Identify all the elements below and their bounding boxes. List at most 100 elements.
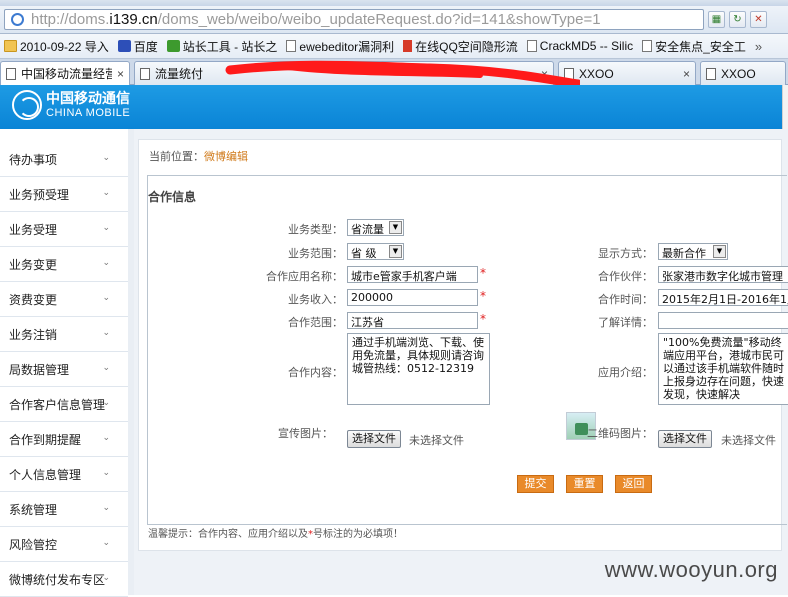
tab-strip: 中国移动流量经营 × 流量统付 × XXOO × XXOO: [0, 59, 788, 85]
business-type-select[interactable]: 省流量 ▼: [347, 219, 404, 236]
sidebar-item[interactable]: 合作到期提醒 ⌄: [0, 422, 128, 457]
tab-label: XXOO: [579, 66, 614, 81]
required-fields-hint: 温馨提示：合作内容、应用介绍以及*号标注的为必填项！: [148, 529, 403, 540]
details-input[interactable]: [658, 312, 788, 329]
sidebar-item-label: 业务预受理: [9, 187, 70, 202]
sidebar-item-label: 微博统付发布专区: [9, 572, 106, 587]
sidebar-item[interactable]: 风险管控 ⌄: [0, 527, 128, 562]
coop-scope-label: 合作范围：: [288, 316, 343, 329]
chevron-down-icon: ⌄: [102, 538, 110, 548]
tab-label: 中国移动流量经营: [21, 67, 112, 81]
intro-textarea[interactable]: "100%免费流量"移动终端应用平台，港城市民可以通过该手机端软件随时上报身边存…: [658, 333, 788, 405]
content-card: 当前位置：微博编辑 合作信息 业务类型： 省流量 ▼ 业务范围： 省 级 ▼ 显示方…: [138, 139, 788, 551]
close-icon[interactable]: ×: [541, 67, 548, 81]
sidebar-item[interactable]: 业务预受理 ⌄: [0, 177, 128, 212]
partner-label: 合作伙伴：: [598, 270, 653, 283]
required-mark: *: [480, 266, 486, 280]
sidebar-item[interactable]: 合作客户信息管理 ⌄: [0, 387, 128, 422]
chevron-down-icon: ⌄: [102, 153, 110, 163]
chevron-down-icon: ⌄: [102, 223, 110, 233]
display-mode-select[interactable]: 最新合作 ▼: [658, 243, 728, 260]
qr-image-status: 未选择文件: [721, 434, 776, 447]
tab-xxoo-2[interactable]: XXOO: [700, 61, 786, 85]
bookmark-import-folder[interactable]: 2010-09-22 导入: [4, 38, 109, 55]
back-button[interactable]: 返回: [615, 475, 652, 493]
partner-input[interactable]: 张家港市数字化城市管理: [658, 266, 788, 283]
qr-image-label: 二维码图片：: [587, 427, 653, 440]
chinaz-icon: [166, 40, 180, 52]
business-type-label: 业务类型：: [288, 223, 343, 236]
bookmark-baidu[interactable]: 百度: [117, 38, 158, 55]
coop-scope-input[interactable]: 江苏省: [347, 312, 478, 329]
app-name-input[interactable]: 城市e管家手机客户端: [347, 266, 478, 283]
chevron-down-icon: ▼: [713, 245, 726, 258]
address-bar[interactable]: http://doms.i139.cn/doms_web/weibo/weibo…: [4, 9, 704, 30]
china-mobile-logo: 中国移动通信 CHINA MOBILE: [12, 90, 130, 120]
close-icon[interactable]: ×: [683, 67, 690, 81]
chevron-down-icon: ⌄: [102, 363, 110, 373]
bookmark-qq-space[interactable]: 在线QQ空间隐形流: [403, 38, 518, 55]
details-label: 了解详情：: [598, 316, 653, 329]
page-icon: [286, 40, 297, 52]
bookmark-crackmd5[interactable]: CrackMD5 -- Silic: [526, 39, 633, 53]
sidebar-item-label: 系统管理: [9, 502, 58, 517]
section-title: 合作信息: [148, 190, 197, 204]
chevron-down-icon: ⌄: [102, 258, 110, 268]
stop-icon[interactable]: ✕: [750, 11, 767, 28]
url-text[interactable]: http://doms.i139.cn/doms_web/weibo/weibo…: [31, 11, 601, 28]
tab-china-mobile[interactable]: 中国移动流量经营 ×: [0, 61, 130, 85]
bookmarks-more-chevron[interactable]: »: [755, 39, 762, 54]
promo-image-choose-button[interactable]: 选择文件: [347, 430, 401, 448]
page-icon: [526, 40, 537, 52]
bookmark-chinaz[interactable]: 站长工具 - 站长之: [166, 38, 277, 55]
app-name-label: 合作应用名称：: [266, 270, 343, 283]
sidebar-item-label: 合作客户信息管理: [9, 397, 106, 412]
content-textarea[interactable]: 通过手机端浏览、下载、使用免流量，具体规则请咨询城管热线：0512-12319: [347, 333, 490, 405]
sidebar-item[interactable]: 待办事项 ⌄: [0, 142, 128, 177]
close-icon[interactable]: ×: [117, 67, 124, 81]
breadcrumb: 当前位置：微博编辑: [149, 150, 248, 163]
business-scope-select[interactable]: 省 级 ▼: [347, 243, 404, 260]
period-input[interactable]: 2015年2月1日-2016年1月: [658, 289, 788, 306]
sidebar-item-label: 局数据管理: [9, 362, 70, 377]
sidebar-item[interactable]: 个人信息管理 ⌄: [0, 457, 128, 492]
revenue-input[interactable]: 200000: [347, 289, 478, 306]
submit-button[interactable]: 提交: [517, 475, 554, 493]
compat-view-icon[interactable]: ▦: [708, 11, 725, 28]
sidebar-item[interactable]: 局数据管理 ⌄: [0, 352, 128, 387]
baidu-icon: [117, 40, 131, 52]
reset-button[interactable]: 重置: [566, 475, 603, 493]
logo-text-en: CHINA MOBILE: [46, 107, 131, 119]
sidebar-item[interactable]: 资费变更 ⌄: [0, 282, 128, 317]
sidebar-item[interactable]: 业务注销 ⌄: [0, 317, 128, 352]
tab-xxoo-1[interactable]: XXOO ×: [558, 61, 696, 85]
sidebar-item-label: 业务受理: [9, 222, 58, 237]
sidebar-item[interactable]: 业务受理 ⌄: [0, 212, 128, 247]
sidebar-item-label: 业务注销: [9, 327, 58, 342]
tab-traffic-payment[interactable]: 流量统付 ×: [134, 61, 554, 85]
qr-image-choose-button[interactable]: 选择文件: [658, 430, 712, 448]
sidebar-item[interactable]: 微博统付发布专区 ⌄: [0, 562, 128, 597]
bookmark-ewebeditor[interactable]: ewebeditor漏洞利: [286, 38, 394, 55]
app-header: 中国移动通信 CHINA MOBILE: [0, 85, 782, 129]
chevron-down-icon: ⌄: [102, 433, 110, 443]
folder-icon: [4, 40, 17, 52]
qq-icon: [403, 40, 413, 52]
refresh-icon[interactable]: ↻: [729, 11, 746, 28]
sidebar-item[interactable]: 业务变更 ⌄: [0, 247, 128, 282]
cooperation-form-panel: 合作信息 业务类型： 省流量 ▼ 业务范围： 省 级 ▼ 显示方式： 最新合作 ▼ 合…: [147, 175, 788, 540]
sidebar-item-label: 个人信息管理: [9, 467, 82, 482]
sidebar-item-label: 资费变更: [9, 292, 58, 307]
promo-image-status: 未选择文件: [409, 434, 464, 447]
promo-image-label: 宣传图片：: [278, 427, 333, 440]
display-mode-label: 显示方式：: [598, 247, 653, 260]
breadcrumb-current[interactable]: 微博编辑: [204, 150, 248, 163]
wooyun-watermark: www.wooyun.org: [604, 557, 778, 582]
required-mark: *: [480, 312, 486, 326]
chevron-down-icon: ▼: [389, 245, 402, 258]
sidebar-item[interactable]: 系统管理 ⌄: [0, 492, 128, 527]
sidebar: 待办事项 ⌄ 业务预受理 ⌄ 业务受理 ⌄ 业务变更 ⌄ 资费变更 ⌄ 业务注销 ⌄ 局数据管理 ⌄ 合作客…: [0, 142, 128, 597]
period-label: 合作时间：: [598, 293, 653, 306]
page-icon: [564, 67, 574, 80]
bookmark-xfocus[interactable]: 安全焦点_安全工: [642, 38, 746, 55]
